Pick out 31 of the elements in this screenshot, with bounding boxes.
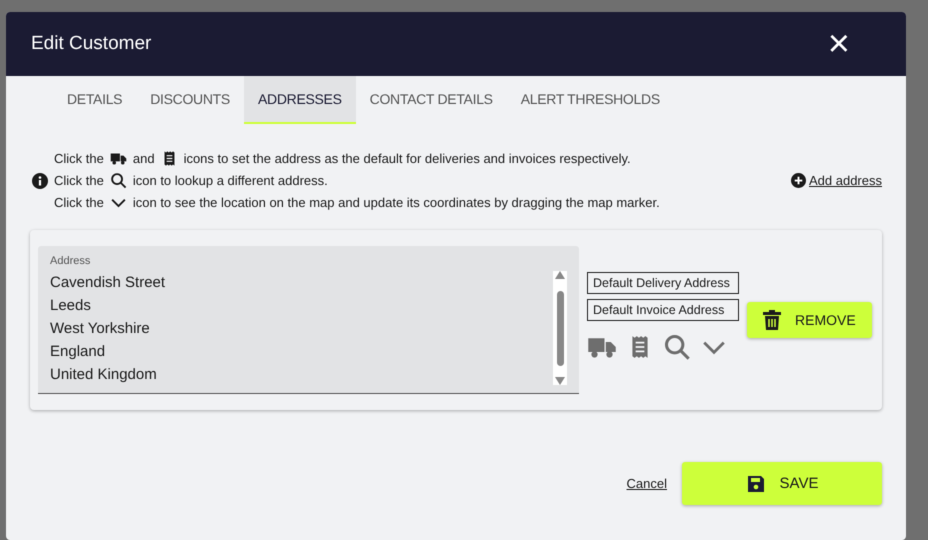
help-text: Click the [54, 195, 104, 210]
field-label: Address [50, 255, 92, 267]
trash-icon [763, 310, 781, 330]
help-text: Click the [54, 173, 104, 188]
default-address-tag: Default Delivery Address [587, 272, 739, 294]
scroll-down-arrow-icon[interactable] [555, 377, 565, 385]
tab[interactable]: CONTACT DETAILS [356, 76, 507, 124]
address-text: Cavendish Street Leeds West Yorkshire England United Kingdom [50, 273, 166, 385]
info-icon [32, 172, 48, 188]
search-icon [663, 333, 691, 361]
help-text: icon to see the location on the map and update its coordinates by dragging the map marker. [132, 195, 660, 210]
add-address-link[interactable]: Add address [809, 173, 882, 188]
tab[interactable]: ALERT THRESHOLDS [506, 76, 674, 124]
help-text: and [132, 151, 155, 166]
search-icon [110, 172, 127, 189]
tab[interactable]: ADDRESSES [244, 76, 356, 124]
tab[interactable]: DETAILS [53, 76, 136, 124]
remove-button[interactable]: REMOVE [747, 302, 872, 338]
help-text: icons to set the address as the default for deliveries and invoices respectively. [184, 151, 631, 166]
cancel-link[interactable]: Cancel [626, 476, 667, 491]
help-text: Click the [54, 151, 104, 166]
help-text: icon to lookup a different address. [132, 173, 328, 188]
save-button[interactable]: SAVE [682, 462, 882, 505]
scroll-up-arrow-icon[interactable] [555, 271, 565, 279]
tab[interactable]: DISCOUNTS [136, 76, 244, 124]
scrollbar[interactable] [553, 271, 567, 385]
address-field[interactable]: Address Cavendish Street Leeds West Yorkshire England United Kingdom [38, 246, 579, 394]
dialog-title: Edit Customer [31, 33, 152, 55]
plus-circle-icon [791, 173, 806, 188]
close-button[interactable]: × [822, 25, 856, 63]
default-address-tag: Default Invoice Address [587, 299, 739, 321]
